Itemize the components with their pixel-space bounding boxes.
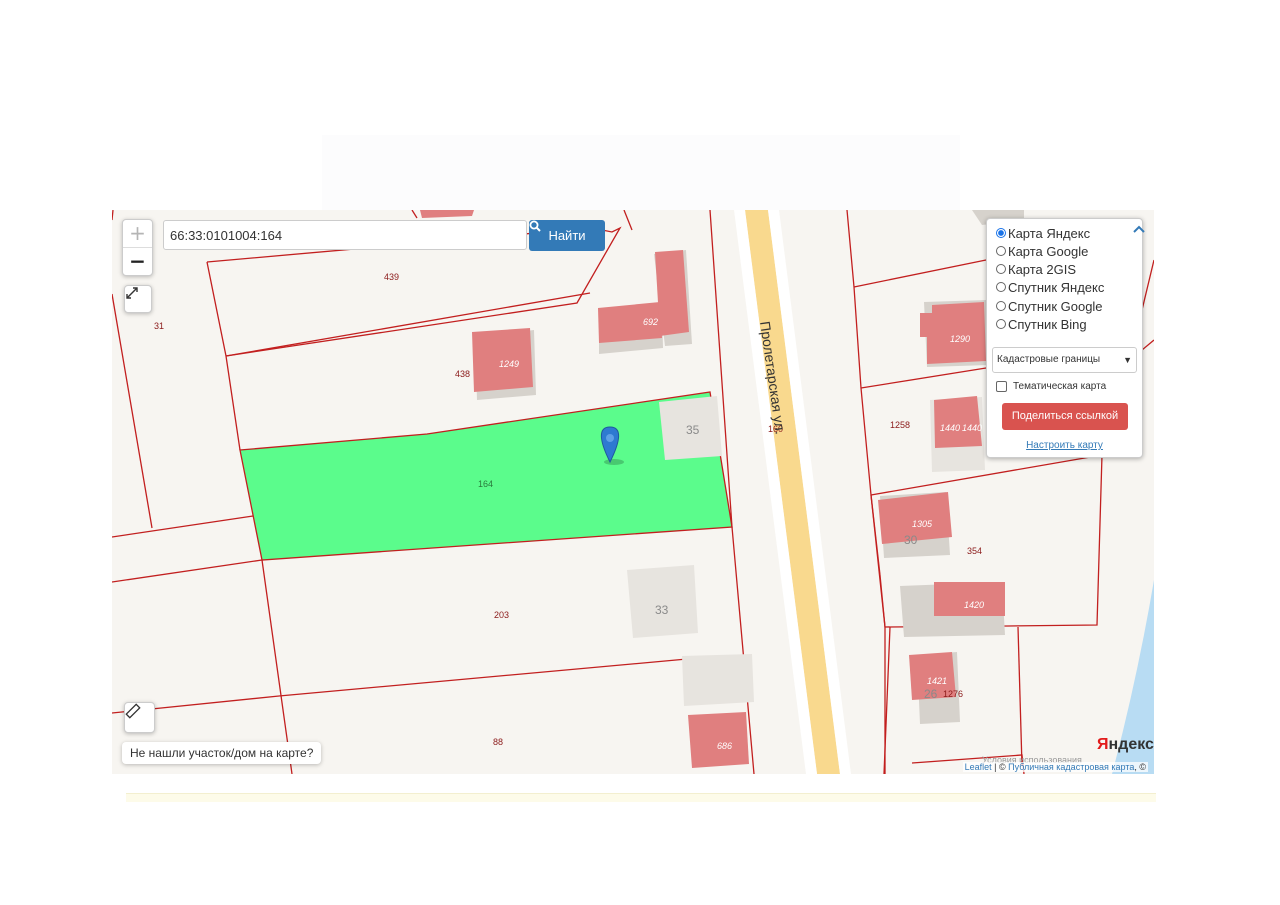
layers-panel: Карта Яндекс Карта Google Карта 2GIS Спу… xyxy=(986,218,1145,458)
thematic-map-toggle[interactable]: Тематическая карта xyxy=(996,381,1106,392)
chevron-down-icon: ▼ xyxy=(1123,355,1132,365)
layer-option-bing-satellite[interactable]: Спутник Bing xyxy=(996,315,1087,333)
parcel-label: 1258 xyxy=(890,420,910,430)
parcel-label: 354 xyxy=(967,546,982,556)
expand-icon xyxy=(126,287,138,299)
radio-icon[interactable] xyxy=(996,282,1006,292)
yandex-logo: Яндекс xyxy=(1097,736,1154,753)
parcel-label: 203 xyxy=(494,610,509,620)
layer-option-google-map[interactable]: Карта Google xyxy=(996,242,1088,260)
zoom-out-button[interactable]: − xyxy=(123,248,152,275)
radio-icon[interactable] xyxy=(996,301,1006,311)
house-number: 33 xyxy=(655,603,669,617)
parcel-label: 88 xyxy=(493,737,503,747)
layer-option-google-satellite[interactable]: Спутник Google xyxy=(996,297,1103,315)
building-label: 1305 xyxy=(912,519,933,529)
find-button[interactable]: Найти xyxy=(529,220,605,251)
not-found-help-button[interactable]: Не нашли участок/дом на карте? xyxy=(122,742,322,764)
page-footer-band xyxy=(126,793,1156,802)
road-proletarskaya xyxy=(745,210,840,774)
zoom-control: + − xyxy=(122,219,153,276)
building-label: 692 xyxy=(643,317,658,327)
house-number: 35 xyxy=(686,423,700,437)
configure-map-link[interactable]: Настроить карту xyxy=(987,440,1142,451)
cadastral-search-input[interactable] xyxy=(163,220,527,250)
boundary-type-select[interactable]: Кадастровые границы ▼ xyxy=(992,347,1137,373)
ruler-icon xyxy=(125,703,141,719)
building-label: 1420 xyxy=(964,600,984,610)
house-number: 30 xyxy=(904,533,918,547)
layer-option-yandex-satellite[interactable]: Спутник Яндекс xyxy=(996,278,1104,296)
page-header-band xyxy=(322,135,960,210)
share-link-button[interactable]: Поделиться ссылкой xyxy=(1002,403,1128,430)
find-button-label: Найти xyxy=(548,228,586,243)
leaflet-link[interactable]: Leaflet xyxy=(965,762,992,772)
attribution: Leaflet | © Публичная кадастровая карта,… xyxy=(962,762,1148,772)
building-label: 1290 xyxy=(950,334,970,344)
building-label: 1440 xyxy=(962,423,982,433)
parcel-label: 31 xyxy=(154,321,164,331)
parcel-label: 439 xyxy=(384,272,399,282)
building-label: 1421 xyxy=(927,676,947,686)
parcel-label: 438 xyxy=(455,369,470,379)
measure-button[interactable] xyxy=(124,702,155,733)
radio-icon[interactable] xyxy=(996,228,1006,238)
building-label: 686 xyxy=(717,741,732,751)
radio-icon[interactable] xyxy=(996,319,1006,329)
house-number: 26 xyxy=(924,687,938,701)
cadastral-source-link[interactable]: Публичная кадастровая карта xyxy=(1008,762,1134,772)
layer-option-yandex-map[interactable]: Карта Яндекс xyxy=(996,224,1090,242)
checkbox-icon[interactable] xyxy=(996,381,1007,392)
radio-icon[interactable] xyxy=(996,246,1006,256)
building-label: 1249 xyxy=(499,359,519,369)
parcel-label: 1276 xyxy=(943,689,963,699)
zoom-in-button[interactable]: + xyxy=(123,220,152,248)
selected-parcel-164[interactable] xyxy=(239,391,733,561)
parcel-label: 164 xyxy=(478,479,493,489)
layer-option-2gis-map[interactable]: Карта 2GIS xyxy=(996,260,1076,278)
chevron-up-icon xyxy=(1133,225,1145,233)
fullscreen-button[interactable] xyxy=(124,285,152,313)
search-icon xyxy=(529,220,541,232)
map-viewport[interactable]: 439 31 438 164 203 88 160 1258 354 1276 … xyxy=(112,210,1154,774)
radio-icon[interactable] xyxy=(996,264,1006,274)
building-label: 1440 xyxy=(940,423,960,433)
